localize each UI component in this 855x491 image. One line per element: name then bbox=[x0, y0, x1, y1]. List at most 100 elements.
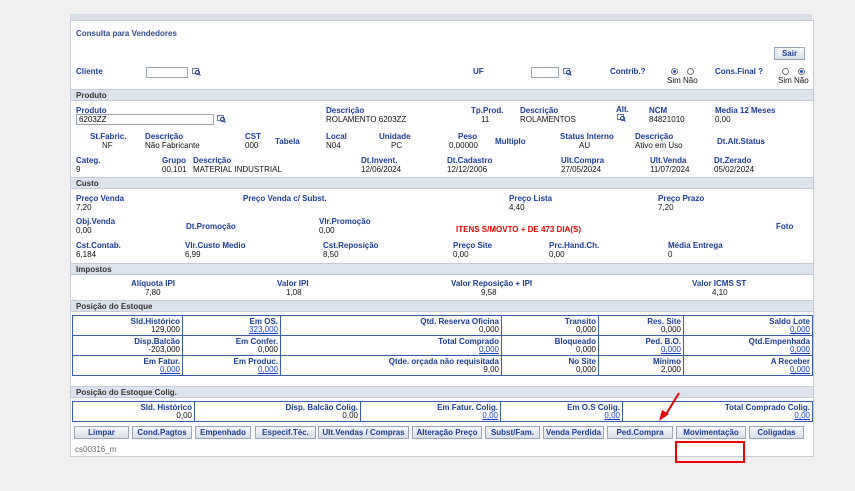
estoque-cell-value[interactable]: 0,000 bbox=[258, 365, 278, 374]
estoque-cell: No Site 0,000 bbox=[501, 355, 599, 376]
peso-label: Peso bbox=[458, 132, 478, 141]
descricao3-value: Não Fabricante bbox=[145, 141, 200, 150]
estoque-row: Sld.Histórico 129,000 Em OS. 323,000 Qtd. Re… bbox=[72, 315, 813, 336]
contrib-nao-radio[interactable] bbox=[687, 68, 694, 75]
dt-zerado-label: Dt.Zerado bbox=[714, 156, 752, 165]
estoque-cell: Em Confer. 0,000 bbox=[182, 335, 281, 356]
subst-fam-button[interactable]: Subst/Fam. bbox=[485, 426, 540, 439]
unidade-value: PC bbox=[391, 141, 403, 150]
valor-ipi-value: 1,08 bbox=[286, 288, 302, 297]
valor-icms-value: 4,10 bbox=[712, 288, 728, 297]
contrib-nao-label: Não bbox=[683, 76, 698, 85]
valor-reposicao-label: Valor Reposição + IPI bbox=[451, 279, 533, 288]
cons-final-sim-radio[interactable] bbox=[782, 68, 789, 75]
empenhado-button[interactable]: Empenhado bbox=[195, 426, 251, 439]
estoque-grid: Sld.Histórico 129,000 Em OS. 323,000 Qtd. Re… bbox=[72, 315, 813, 376]
estoque-cell-value: 0,000 bbox=[257, 345, 278, 354]
page-title: Consulta para Vendedores bbox=[76, 29, 177, 38]
estoque-cell: A Receber 0,000 bbox=[683, 355, 813, 376]
screen-code: cs00316_m bbox=[75, 445, 117, 454]
dt-invent-value: 12/06/2024 bbox=[361, 165, 402, 174]
estoque-cell: Qtd.Empenhada 0,000 bbox=[683, 335, 813, 356]
estoque-row: Disp.Balcão -203,000 Em Confer. 0,000 Total … bbox=[72, 335, 813, 356]
produto-search-icon[interactable] bbox=[217, 115, 226, 123]
cons-final-nao-radio[interactable] bbox=[798, 68, 805, 75]
estoque-cell: Em Produc. 0,000 bbox=[182, 355, 281, 376]
cliente-input[interactable] bbox=[146, 67, 188, 78]
ult-vendas-compras-button[interactable]: Ult.Vendas / Compras bbox=[318, 426, 409, 439]
obj-venda-value: 0,00 bbox=[76, 226, 92, 235]
contrib-label: Contrib.? bbox=[610, 67, 646, 76]
cst-contab-value: 6,184 bbox=[76, 250, 97, 259]
dt-zerado-value: 05/02/2024 bbox=[714, 165, 755, 174]
estoque-cell-value[interactable]: 0,000 bbox=[479, 345, 499, 354]
foto-label: Foto bbox=[776, 222, 794, 231]
dt-cadastro-label: Dt.Cadastro bbox=[447, 156, 493, 165]
estoque-row: Em Fatur. 0,000 Em Produc. 0,000 Qtde. orçad… bbox=[72, 355, 813, 376]
coligadas-cell-value[interactable]: 0,00 bbox=[482, 411, 498, 420]
ped-compra-button[interactable]: Ped.Compra bbox=[607, 426, 673, 439]
preco-prazo-value: 7,20 bbox=[658, 203, 674, 212]
valor-ipi-label: Valor IPI bbox=[277, 279, 309, 288]
alteracao-preco-button[interactable]: Alteração Preço bbox=[412, 426, 482, 439]
uf-search-icon[interactable] bbox=[563, 68, 572, 76]
preco-site-value: 0,00 bbox=[453, 250, 469, 259]
estoque-cell-value: 0,000 bbox=[478, 325, 499, 334]
contrib-sim-radio[interactable] bbox=[671, 68, 678, 75]
estoque-cell: Disp.Balcão -203,000 bbox=[72, 335, 183, 356]
grupo-label: Grupo bbox=[162, 156, 186, 165]
sair-button[interactable]: Sair bbox=[774, 47, 805, 60]
status-interno-value: AU bbox=[579, 141, 591, 150]
prc-hand-value: 0,00 bbox=[549, 250, 565, 259]
ncm-value: 84821010 bbox=[649, 115, 685, 124]
estoque-cell-value: 9,00 bbox=[483, 365, 499, 374]
alt-search-icon[interactable] bbox=[617, 114, 626, 122]
ult-venda-value: 11/07/2024 bbox=[650, 165, 690, 174]
valor-reposicao-value: 9,58 bbox=[481, 288, 497, 297]
produto-input[interactable] bbox=[76, 114, 214, 125]
alt-label: Alt. bbox=[616, 105, 629, 114]
ncm-label: NCM bbox=[649, 106, 668, 115]
impostos-section-header: Impostos bbox=[71, 263, 813, 275]
limpar-button[interactable]: Limpar bbox=[74, 426, 129, 439]
preco-venda-subst-label: Preço Venda c/ Subst. bbox=[243, 194, 327, 203]
estoque-cell-value[interactable]: 0,000 bbox=[790, 325, 810, 334]
estoque-cell-value: 2,000 bbox=[660, 365, 681, 374]
status-interno-label: Status Interno bbox=[560, 132, 614, 141]
cst-label: CST bbox=[245, 132, 261, 141]
ult-compra-label: Ult.Compra bbox=[561, 156, 605, 165]
estoque-cell-value: -203,000 bbox=[148, 345, 180, 354]
venda-perdida-button[interactable]: Venda Perdida bbox=[543, 426, 604, 439]
estoque-cell-value[interactable]: 0,000 bbox=[790, 345, 810, 354]
descricao-label: Descrição bbox=[326, 106, 365, 115]
cliente-search-icon[interactable] bbox=[192, 68, 201, 76]
cond-pagtos-button[interactable]: Cond.Pagtos bbox=[132, 426, 192, 439]
estoque-cell: Mínimo 2,000 bbox=[598, 355, 684, 376]
descricao3-label: Descrição bbox=[145, 132, 184, 141]
estoque-cell-value[interactable]: 323,000 bbox=[249, 325, 278, 334]
uf-label: UF bbox=[473, 67, 484, 76]
categ-value: 9 bbox=[76, 165, 81, 174]
unidade-label: Unidade bbox=[379, 132, 411, 141]
media-entrega-value: 0 bbox=[668, 250, 673, 259]
uf-input[interactable] bbox=[531, 67, 559, 78]
estoque-cell-value[interactable]: 0,000 bbox=[790, 365, 810, 374]
coligadas-cell-value[interactable]: 0,00 bbox=[794, 411, 810, 420]
estoque-cell-value[interactable]: 0,000 bbox=[661, 345, 681, 354]
coligadas-cell: Em O.S Colig. 0,00 bbox=[500, 401, 623, 422]
movimentacao-button[interactable]: Movimentação bbox=[676, 426, 746, 439]
estoque-cell-value: 0,000 bbox=[575, 345, 596, 354]
estoque-cell-value: 0,000 bbox=[575, 325, 596, 334]
coligadas-cell-value[interactable]: 0,00 bbox=[604, 411, 620, 420]
estoque-cell-value[interactable]: 0,000 bbox=[160, 365, 180, 374]
coligadas-cell: Em Fatur. Colig. 0,00 bbox=[360, 401, 501, 422]
estoque-cell: Total Comprado 0,000 bbox=[280, 335, 502, 356]
contrib-sim-label: Sim bbox=[667, 76, 681, 85]
descricao2-label: Descrição bbox=[520, 106, 559, 115]
vlr-custo-medio-label: Vlr.Custo Medio bbox=[185, 241, 246, 250]
preco-lista-label: Preço Lista bbox=[509, 194, 553, 203]
coligadas-button[interactable]: Coligadas bbox=[749, 426, 804, 439]
especif-tec-button[interactable]: Especif.Téc. bbox=[255, 426, 316, 439]
cliente-label: Cliente bbox=[76, 67, 103, 76]
media12-value: 0,00 bbox=[715, 115, 731, 124]
